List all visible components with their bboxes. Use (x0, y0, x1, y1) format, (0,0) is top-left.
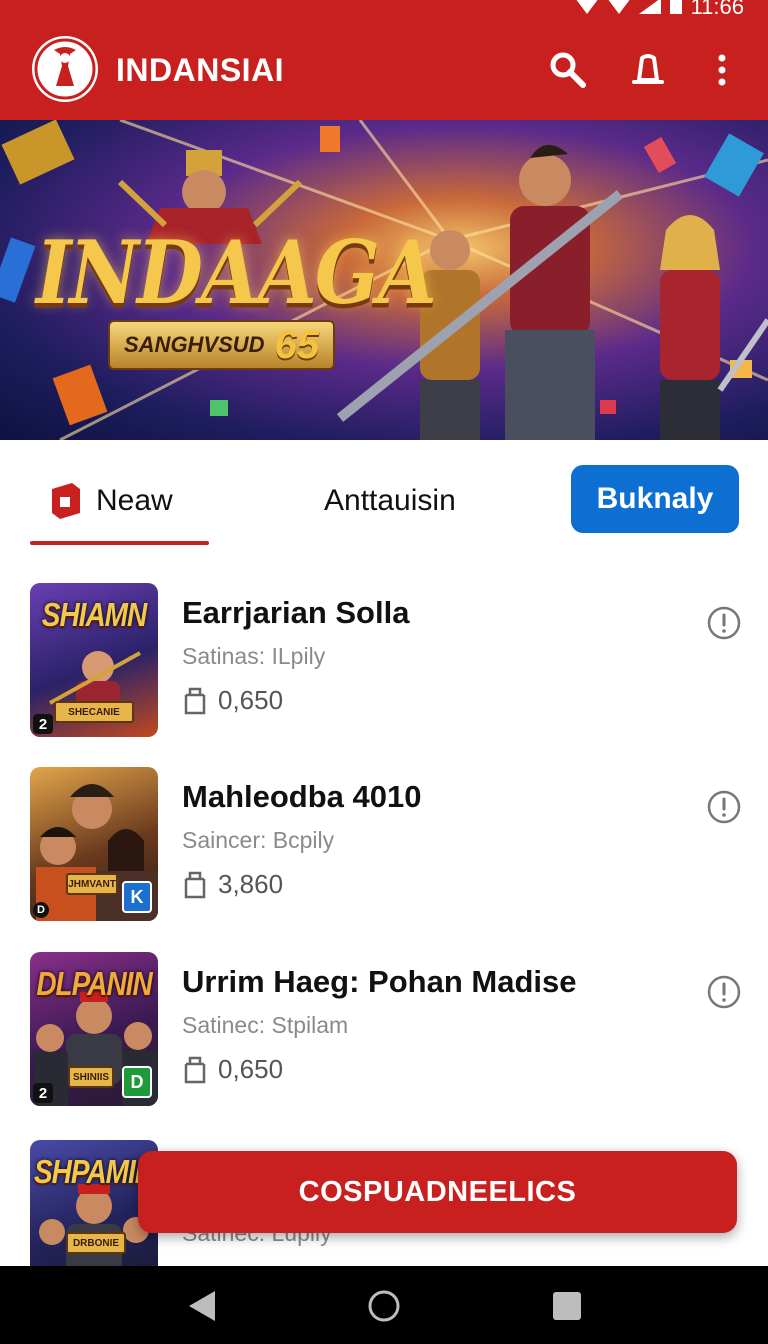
status-time: 11:66 (690, 0, 744, 19)
battery-icon (669, 0, 682, 14)
thumbnail-title: DLPANIN (36, 964, 152, 1002)
wifi-icon (608, 0, 630, 14)
info-icon[interactable] (706, 789, 742, 825)
list-item[interactable]: SHIAMN SHECANIE 2 Earrjarian Solla Satin… (0, 583, 768, 743)
thumbnail-number-badge: 2 (33, 1083, 53, 1103)
more-vert-icon[interactable] (702, 50, 742, 90)
bell-icon[interactable] (628, 50, 668, 90)
tab-all-label: Anttauisin (324, 484, 456, 517)
thumbnail-plate: SHECANIE (54, 701, 134, 723)
recents-icon[interactable] (547, 1286, 587, 1326)
download-icon (184, 1056, 206, 1083)
status-bar: 11:66 (575, 0, 744, 20)
tab-new[interactable]: Neaw (48, 466, 173, 536)
tab-new-label: Neaw (96, 484, 173, 517)
app-title: INDANSIAI (116, 52, 285, 88)
thumbnail-badge: D (122, 1066, 152, 1098)
game-title: Urrim Haeg: Pohan Madise (182, 964, 577, 999)
game-thumbnail: SHIAMN SHECANIE 2 (30, 583, 158, 737)
download-stat: 3,860 (182, 869, 283, 900)
list-item[interactable]: JHMVANT K D Mahleodba 4010 Saincer: Bcpi… (0, 767, 768, 927)
signal-icon (576, 0, 598, 14)
app-logo-icon (34, 38, 96, 100)
back-icon[interactable] (182, 1286, 222, 1326)
tab-active-indicator (30, 541, 209, 545)
hero-banner[interactable]: INDAAGA SANGHVSUD 65 (0, 120, 768, 440)
home-icon[interactable] (364, 1286, 404, 1326)
thumbnail-plate: DRBONIE (66, 1232, 126, 1254)
cell-icon (638, 0, 661, 14)
game-subtitle: Satinec: Stpilam (182, 1012, 349, 1038)
game-title: Mahleodba 4010 (182, 779, 422, 814)
thumbnail-number-badge: D (33, 902, 49, 918)
download-stat: 0,650 (182, 685, 283, 716)
thumbnail-number-badge: 2 (33, 714, 53, 734)
cta-button[interactable]: COSPUADNEELICS (138, 1151, 737, 1233)
download-count: 0,650 (218, 685, 284, 715)
app-logo[interactable] (32, 36, 98, 102)
game-title: Earrjarian Solla (182, 595, 410, 630)
game-thumbnail: DLPANIN SHINIIS D 2 (30, 952, 158, 1106)
download-stat: 0,650 (182, 1054, 283, 1085)
filter-button[interactable]: Buknaly (571, 465, 739, 533)
thumbnail-title: SHIAMN (41, 595, 147, 633)
thumbnail-plate: SHINIIS (68, 1066, 114, 1088)
hero-subtitle: SANGHVSUD (124, 332, 265, 357)
download-icon (184, 871, 206, 898)
hero-number: 65 (274, 322, 320, 367)
new-tag-icon (52, 483, 80, 519)
download-count: 0,650 (218, 1054, 284, 1084)
thumbnail-plate: JHMVANT (66, 873, 118, 895)
info-icon[interactable] (706, 974, 742, 1010)
download-icon (184, 687, 206, 714)
game-subtitle: Satinas: ILpily (182, 643, 326, 669)
download-count: 3,860 (218, 869, 284, 899)
game-subtitle: Saincer: Bcpily (182, 827, 335, 853)
info-icon[interactable] (706, 605, 742, 641)
tab-all[interactable]: Anttauisin (324, 466, 456, 536)
list-item[interactable]: DLPANIN SHINIIS D 2 Urrim Haeg: Pohan Ma… (0, 952, 768, 1112)
hero-title: INDAAGA (36, 221, 437, 324)
thumbnail-badge: K (122, 881, 152, 913)
hero-subtitle-plate: SANGHVSUD 65 (108, 320, 336, 370)
search-icon[interactable] (548, 50, 588, 90)
game-thumbnail: JHMVANT K D (30, 767, 158, 921)
system-nav-bar (0, 1266, 768, 1344)
app-bar: 11:66 INDANSIAI (0, 0, 768, 120)
